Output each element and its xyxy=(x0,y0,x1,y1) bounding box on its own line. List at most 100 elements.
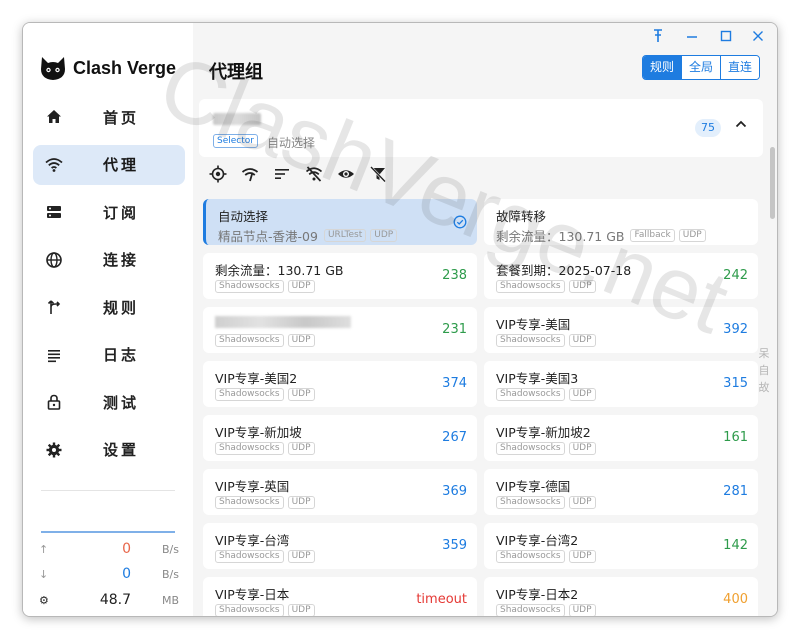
check-circle-icon xyxy=(453,215,467,229)
proxy-delay[interactable]: 142 xyxy=(723,538,748,553)
app-logo: Clash Verge xyxy=(39,55,176,81)
proxy-delay[interactable]: 392 xyxy=(723,322,748,337)
proxy-card[interactable]: VIP专享-日本2 Shadowsocks UDP 400 xyxy=(484,577,758,616)
proxy-udp-tag: UDP xyxy=(287,442,315,455)
proxy-card[interactable]: VIP专享-新加坡2 Shadowsocks UDP 161 xyxy=(484,415,758,461)
proxy-card[interactable]: VIP专享-日本 Shadowsocks UDP timeout xyxy=(203,577,477,616)
proxy-meta: Shadowsocks UDP xyxy=(496,496,600,509)
proxy-type-tag: URLTest xyxy=(323,229,367,242)
proxy-card[interactable]: VIP专享-新加坡 Shadowsocks UDP 267 xyxy=(203,415,477,461)
sidebar-item-proxies[interactable]: 代理 xyxy=(33,144,185,185)
proxy-delay[interactable]: 238 xyxy=(442,268,467,283)
proxy-card[interactable]: VIP专享-美国2 Shadowsocks UDP 374 xyxy=(203,361,477,407)
locate-icon[interactable] xyxy=(209,165,227,183)
proxy-delay[interactable]: 242 xyxy=(723,268,748,283)
filter-off-icon[interactable] xyxy=(369,165,387,183)
proxy-delay[interactable]: 400 xyxy=(723,592,748,607)
sidebar-item-rules[interactable]: 规则 xyxy=(33,287,185,327)
mode-global-button[interactable]: 全局 xyxy=(680,56,720,79)
proxy-delay[interactable]: 359 xyxy=(442,538,467,553)
proxy-card[interactable]: Shadowsocks UDP 231 xyxy=(203,307,477,353)
proxy-name: VIP专享-美国 xyxy=(496,317,571,332)
proxy-card[interactable]: 剩余流量：130.71 GB Shadowsocks UDP 238 xyxy=(203,253,477,299)
globe-icon xyxy=(46,251,62,268)
proxy-meta: Shadowsocks UDP xyxy=(215,334,319,347)
memory-value: 48.7 xyxy=(99,592,131,608)
proxy-card[interactable]: VIP专享-德国 Shadowsocks UDP 281 xyxy=(484,469,758,515)
sidebar-item-label: 订阅 xyxy=(103,203,140,222)
proxy-delay[interactable]: 374 xyxy=(442,376,467,391)
proxy-name: VIP专享-德国 xyxy=(496,479,571,494)
proxy-udp-tag: UDP xyxy=(568,604,596,616)
eye-icon[interactable] xyxy=(337,165,355,183)
proxy-udp-tag: UDP xyxy=(678,229,706,242)
scrollbar[interactable] xyxy=(770,147,775,219)
proxy-current: 剩余流量：130.71 GB xyxy=(496,229,625,244)
download-speed: ↓ 0 B/s xyxy=(39,564,179,584)
proxy-name: 套餐到期：2025-07-18 xyxy=(496,263,632,278)
proxy-udp-tag: UDP xyxy=(568,442,596,455)
proxy-name: VIP专享-日本 xyxy=(215,587,290,602)
proxy-name: VIP专享-英国 xyxy=(215,479,290,494)
proxy-type-tag: Shadowsocks xyxy=(215,442,284,455)
proxy-card[interactable]: 故障转移 剩余流量：130.71 GB Fallback UDP xyxy=(484,199,758,245)
proxy-delay[interactable]: 267 xyxy=(442,430,467,445)
close-icon[interactable] xyxy=(747,29,769,49)
proxy-card[interactable]: 自动选择 精品节点-香港-09 URLTest UDP xyxy=(203,199,477,245)
proxy-udp-tag: UDP xyxy=(287,550,315,563)
delay-check-icon[interactable] xyxy=(241,165,259,183)
proxy-name: VIP专享-美国2 xyxy=(215,371,298,386)
proxy-delay[interactable]: 281 xyxy=(723,484,748,499)
upload-value: 0 xyxy=(122,541,131,557)
proxy-type-tag: Shadowsocks xyxy=(496,442,565,455)
sidebar-nav: 首页 代理 订阅 连接 规则 日志 测试 设置 xyxy=(33,97,185,477)
proxy-card[interactable]: VIP专享-英国 Shadowsocks UDP 369 xyxy=(203,469,477,515)
sidebar-item-profiles[interactable]: 订阅 xyxy=(33,192,185,232)
memory-unit: MB xyxy=(161,593,179,607)
mode-direct-button[interactable]: 直连 xyxy=(719,56,759,79)
proxy-name: VIP专享-美国3 xyxy=(496,371,579,386)
proxy-delay[interactable]: 315 xyxy=(723,376,748,391)
proxy-name-redacted xyxy=(215,316,351,328)
group-name-redacted xyxy=(213,113,261,125)
proxy-delay[interactable]: 369 xyxy=(442,484,467,499)
sidebar-item-logs[interactable]: 日志 xyxy=(33,335,185,375)
proxy-meta: 剩余流量：130.71 GB Fallback UDP xyxy=(496,226,710,245)
sidebar-item-label: 设置 xyxy=(103,441,140,459)
proxy-delay[interactable]: 231 xyxy=(442,322,467,337)
minimize-icon[interactable] xyxy=(681,29,703,49)
proxy-meta: 精品节点-香港-09 URLTest UDP xyxy=(218,226,401,245)
sidebar-item-home[interactable]: 首页 xyxy=(33,97,185,137)
proxy-meta: Shadowsocks UDP xyxy=(215,604,319,616)
memory-usage: ⚙ 48.7 MB xyxy=(39,590,179,610)
sort-icon[interactable] xyxy=(273,165,291,183)
arrow-down-icon: ↓ xyxy=(39,567,49,581)
proxy-group-header[interactable]: Selector 自动选择 75 xyxy=(199,99,763,157)
sidebar-item-connections[interactable]: 连接 xyxy=(33,240,185,280)
app-name: Clash Verge xyxy=(73,57,177,78)
proxy-name: 剩余流量：130.71 GB xyxy=(215,263,344,278)
proxy-delay[interactable]: timeout xyxy=(416,592,467,607)
maximize-icon[interactable] xyxy=(715,29,737,49)
group-toolbar xyxy=(209,165,401,183)
proxy-delay[interactable]: 161 xyxy=(723,430,748,445)
proxy-card[interactable]: VIP专享-美国3 Shadowsocks UDP 315 xyxy=(484,361,758,407)
list-icon xyxy=(48,349,60,362)
proxy-card[interactable]: VIP专享-台湾2 Shadowsocks UDP 142 xyxy=(484,523,758,569)
proxy-meta: Shadowsocks UDP xyxy=(215,280,319,293)
page-title: 代理组 xyxy=(209,62,263,83)
wifi-off-icon[interactable] xyxy=(305,165,323,183)
proxy-card[interactable]: VIP专享-美国 Shadowsocks UDP 392 xyxy=(484,307,758,353)
sidebar: Clash Verge 首页 代理 订阅 连接 规则 日志 测试 设置 ↑ 0 … xyxy=(23,23,193,616)
proxy-meta: Shadowsocks UDP xyxy=(215,388,319,401)
sidebar-item-label: 日志 xyxy=(103,346,140,364)
pin-icon[interactable] xyxy=(647,29,669,49)
sidebar-item-settings[interactable]: 设置 xyxy=(33,430,185,470)
proxy-card[interactable]: 套餐到期：2025-07-18 Shadowsocks UDP 242 xyxy=(484,253,758,299)
sidebar-item-test[interactable]: 测试 xyxy=(33,382,185,422)
chevron-up-icon[interactable] xyxy=(735,117,747,133)
mode-rule-button[interactable]: 规则 xyxy=(642,56,681,79)
download-unit: B/s xyxy=(162,567,179,581)
arrow-up-icon: ↑ xyxy=(39,542,49,556)
proxy-card[interactable]: VIP专享-台湾 Shadowsocks UDP 359 xyxy=(203,523,477,569)
